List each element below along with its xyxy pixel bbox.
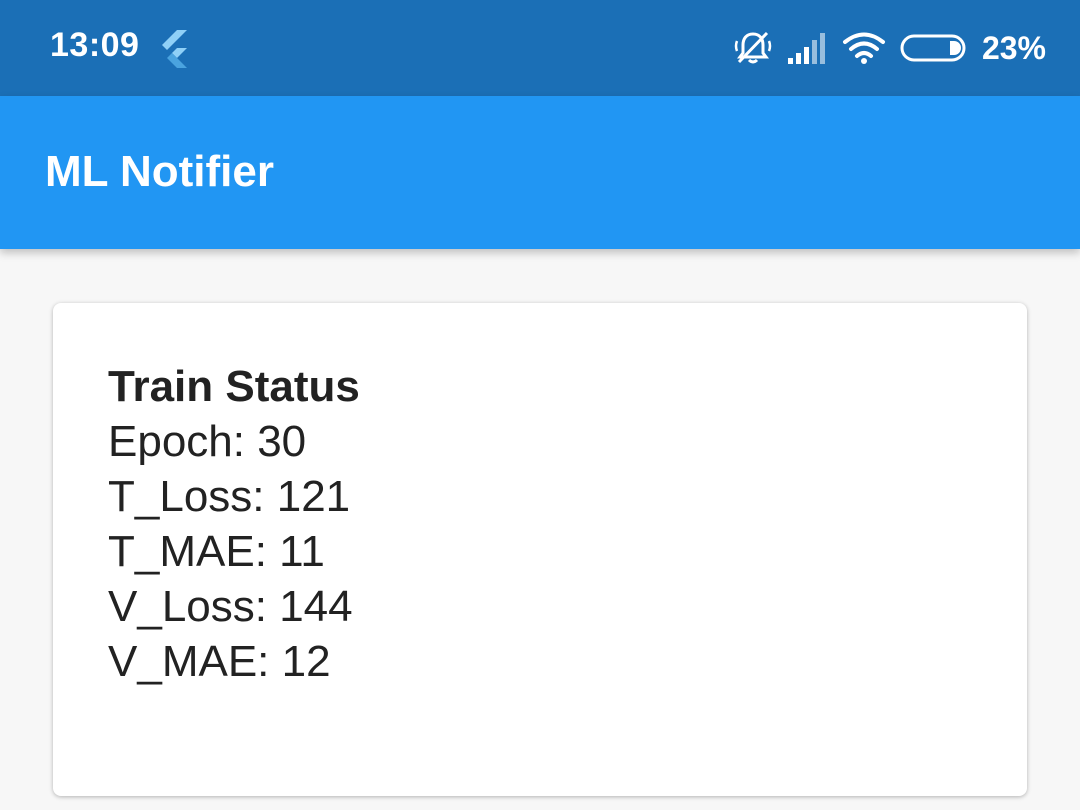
train-status-card: Train Status Epoch: 30 T_Loss: 121 T_MAE… <box>53 303 1027 796</box>
val-loss-text: V_Loss: 144 <box>108 582 353 631</box>
card-title: Train Status <box>108 362 360 411</box>
card-content: Train Status Epoch: 30 T_Loss: 121 T_MAE… <box>108 359 360 689</box>
battery-percent: 23% <box>981 29 1046 66</box>
val-mae-text: V_MAE: 12 <box>108 637 331 686</box>
silent-bell-icon <box>734 29 772 67</box>
train-mae-text: T_MAE: 11 <box>108 527 325 576</box>
status-bar: 13:09 23% <box>0 0 1080 96</box>
battery-icon <box>900 33 968 63</box>
wifi-icon <box>842 31 886 65</box>
app-title: ML Notifier <box>45 147 274 196</box>
epoch-text: Epoch: 30 <box>108 417 307 466</box>
train-loss-text: T_Loss: 121 <box>108 472 351 521</box>
flutter-icon <box>157 28 191 68</box>
status-icons: 23% <box>734 24 1046 72</box>
status-time: 13:09 <box>50 26 140 64</box>
signal-icon <box>786 31 828 65</box>
app-bar: ML Notifier <box>0 96 1080 249</box>
